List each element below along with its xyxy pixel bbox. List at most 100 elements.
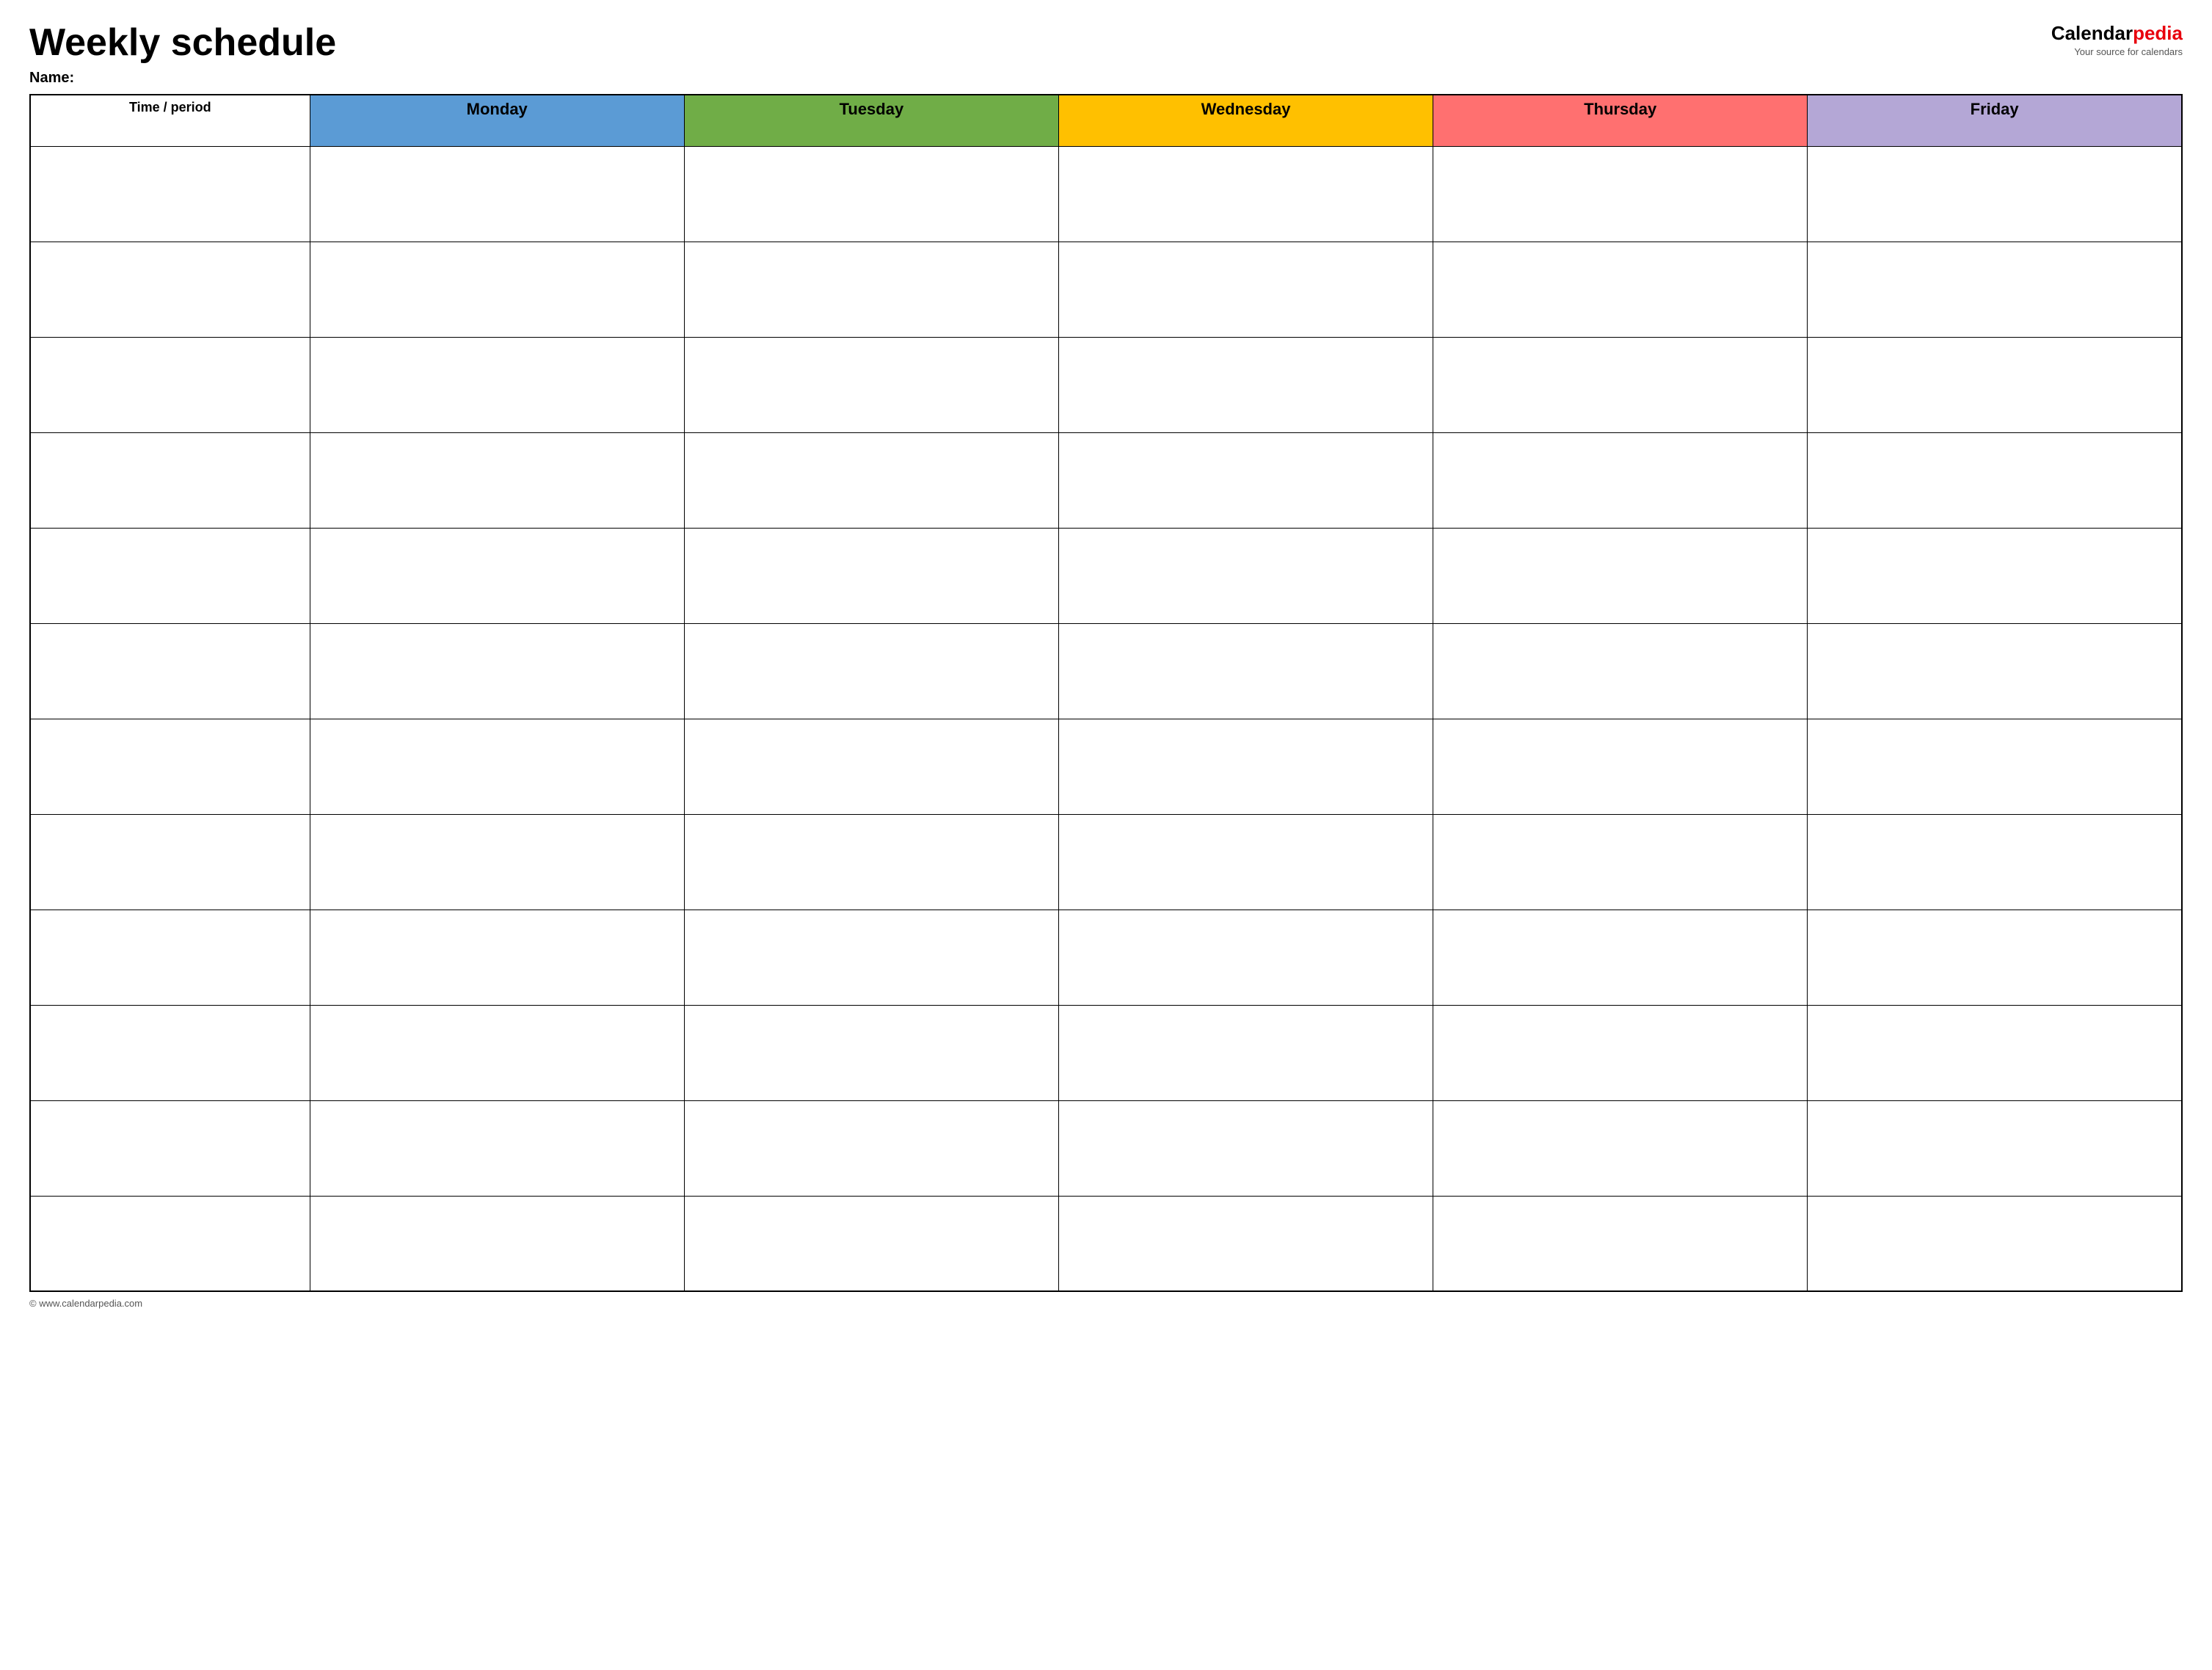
day-cell[interactable] xyxy=(1058,623,1433,719)
table-row xyxy=(30,1196,2182,1291)
table-row xyxy=(30,910,2182,1005)
header-row: Time / period Monday Tuesday Wednesday T… xyxy=(30,95,2182,146)
time-cell[interactable] xyxy=(30,1196,310,1291)
table-row xyxy=(30,814,2182,910)
day-cell[interactable] xyxy=(1058,1005,1433,1100)
schedule-table: Time / period Monday Tuesday Wednesday T… xyxy=(29,94,2183,1292)
day-cell[interactable] xyxy=(310,146,684,242)
col-header-tuesday: Tuesday xyxy=(684,95,1058,146)
day-cell[interactable] xyxy=(1058,910,1433,1005)
day-cell[interactable] xyxy=(684,146,1058,242)
day-cell[interactable] xyxy=(1808,432,2182,528)
day-cell[interactable] xyxy=(1808,242,2182,337)
day-cell[interactable] xyxy=(1808,1005,2182,1100)
logo-pedia: pedia xyxy=(2133,22,2183,44)
day-cell[interactable] xyxy=(684,528,1058,623)
day-cell[interactable] xyxy=(1058,432,1433,528)
day-cell[interactable] xyxy=(684,337,1058,432)
day-cell[interactable] xyxy=(1433,242,1808,337)
time-cell[interactable] xyxy=(30,146,310,242)
footer: © www.calendarpedia.com xyxy=(29,1298,2183,1309)
time-cell[interactable] xyxy=(30,1100,310,1196)
time-cell[interactable] xyxy=(30,719,310,814)
day-cell[interactable] xyxy=(1433,910,1808,1005)
logo-calendar: Calendar xyxy=(2051,22,2133,44)
day-cell[interactable] xyxy=(1433,814,1808,910)
day-cell[interactable] xyxy=(684,910,1058,1005)
day-cell[interactable] xyxy=(1808,623,2182,719)
day-cell[interactable] xyxy=(1808,528,2182,623)
day-cell[interactable] xyxy=(310,337,684,432)
day-cell[interactable] xyxy=(310,719,684,814)
day-cell[interactable] xyxy=(1058,528,1433,623)
day-cell[interactable] xyxy=(1808,719,2182,814)
day-cell[interactable] xyxy=(310,1005,684,1100)
day-cell[interactable] xyxy=(1433,528,1808,623)
day-cell[interactable] xyxy=(1058,814,1433,910)
day-cell[interactable] xyxy=(1058,1100,1433,1196)
day-cell[interactable] xyxy=(684,623,1058,719)
footer-url: © www.calendarpedia.com xyxy=(29,1298,142,1309)
time-cell[interactable] xyxy=(30,432,310,528)
day-cell[interactable] xyxy=(310,1196,684,1291)
time-cell[interactable] xyxy=(30,528,310,623)
time-cell[interactable] xyxy=(30,242,310,337)
day-cell[interactable] xyxy=(1058,146,1433,242)
day-cell[interactable] xyxy=(310,528,684,623)
time-cell[interactable] xyxy=(30,623,310,719)
day-cell[interactable] xyxy=(1433,337,1808,432)
day-cell[interactable] xyxy=(684,814,1058,910)
logo-tagline: Your source for calendars xyxy=(2074,46,2183,57)
logo-area: Calendarpedia Your source for calendars xyxy=(2051,22,2183,57)
day-cell[interactable] xyxy=(1808,337,2182,432)
day-cell[interactable] xyxy=(684,1196,1058,1291)
page-header: Weekly schedule Name: Calendarpedia Your… xyxy=(29,22,2183,87)
table-row xyxy=(30,623,2182,719)
day-cell[interactable] xyxy=(1433,623,1808,719)
day-cell[interactable] xyxy=(310,242,684,337)
col-header-friday: Friday xyxy=(1808,95,2182,146)
logo-text: Calendarpedia xyxy=(2051,22,2183,45)
day-cell[interactable] xyxy=(1058,719,1433,814)
day-cell[interactable] xyxy=(684,1005,1058,1100)
name-label: Name: xyxy=(29,70,336,87)
time-cell[interactable] xyxy=(30,814,310,910)
day-cell[interactable] xyxy=(1808,814,2182,910)
day-cell[interactable] xyxy=(684,719,1058,814)
day-cell[interactable] xyxy=(684,432,1058,528)
table-row xyxy=(30,528,2182,623)
table-row xyxy=(30,337,2182,432)
day-cell[interactable] xyxy=(1808,910,2182,1005)
day-cell[interactable] xyxy=(1808,146,2182,242)
page-title: Weekly schedule xyxy=(29,22,336,64)
day-cell[interactable] xyxy=(1433,432,1808,528)
day-cell[interactable] xyxy=(1808,1100,2182,1196)
day-cell[interactable] xyxy=(684,1100,1058,1196)
day-cell[interactable] xyxy=(310,910,684,1005)
day-cell[interactable] xyxy=(1058,242,1433,337)
table-row xyxy=(30,432,2182,528)
day-cell[interactable] xyxy=(1433,1100,1808,1196)
day-cell[interactable] xyxy=(310,814,684,910)
day-cell[interactable] xyxy=(1433,1196,1808,1291)
time-cell[interactable] xyxy=(30,337,310,432)
day-cell[interactable] xyxy=(1433,1005,1808,1100)
table-row xyxy=(30,1100,2182,1196)
day-cell[interactable] xyxy=(1058,337,1433,432)
day-cell[interactable] xyxy=(310,1100,684,1196)
col-header-monday: Monday xyxy=(310,95,684,146)
day-cell[interactable] xyxy=(684,242,1058,337)
title-area: Weekly schedule Name: xyxy=(29,22,336,87)
time-cell[interactable] xyxy=(30,1005,310,1100)
schedule-body xyxy=(30,146,2182,1291)
day-cell[interactable] xyxy=(1058,1196,1433,1291)
day-cell[interactable] xyxy=(310,623,684,719)
day-cell[interactable] xyxy=(1808,1196,2182,1291)
col-header-wednesday: Wednesday xyxy=(1058,95,1433,146)
table-row xyxy=(30,1005,2182,1100)
day-cell[interactable] xyxy=(310,432,684,528)
day-cell[interactable] xyxy=(1433,146,1808,242)
day-cell[interactable] xyxy=(1433,719,1808,814)
table-row xyxy=(30,719,2182,814)
time-cell[interactable] xyxy=(30,910,310,1005)
